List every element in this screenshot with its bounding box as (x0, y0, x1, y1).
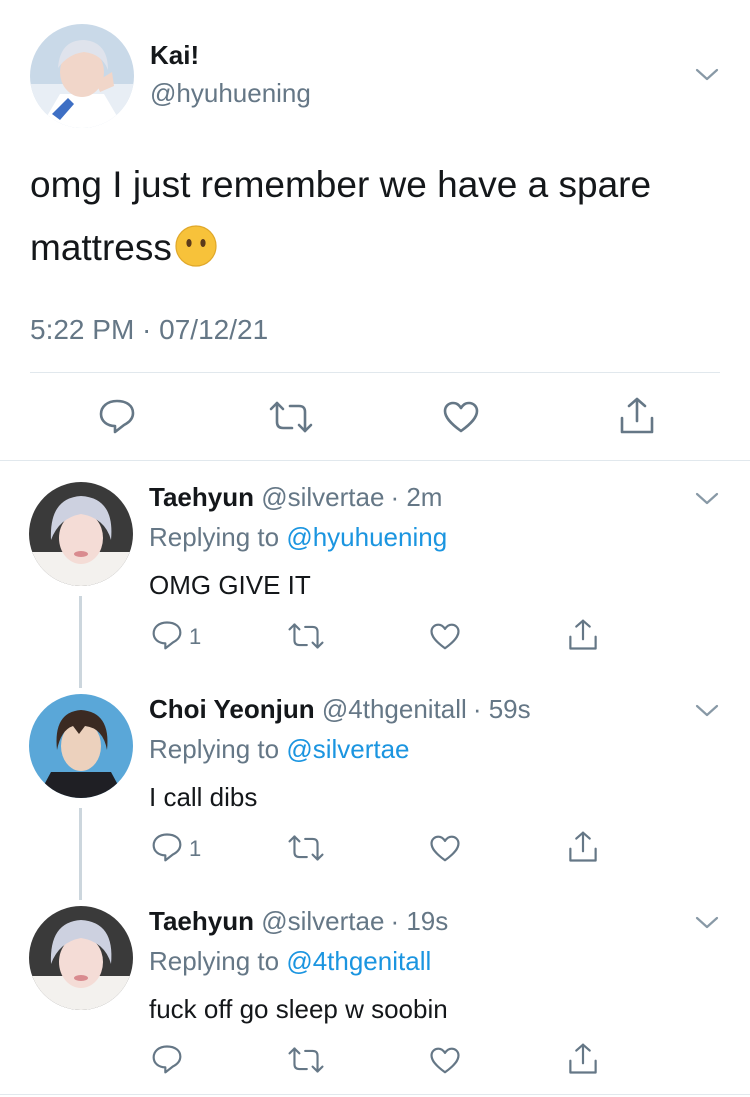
reply-text: OMG GIVE IT (149, 570, 311, 600)
display-name[interactable]: Kai! (150, 40, 199, 71)
retweet-icon[interactable] (268, 400, 314, 434)
reply-text: I call dibs (149, 782, 258, 812)
reply-count: 1 (189, 624, 202, 649)
reply-time[interactable]: · 19s (390, 906, 448, 936)
share-icon[interactable] (567, 1042, 599, 1076)
replying-to-label: Replying to (149, 734, 280, 764)
reply-icon[interactable] (151, 1044, 183, 1074)
chevron-down-icon[interactable] (694, 66, 720, 84)
heart-icon[interactable] (429, 834, 461, 863)
heart-icon[interactable] (442, 400, 480, 434)
reply-time[interactable]: · 2m (390, 482, 442, 512)
avatar[interactable] (29, 906, 133, 1010)
replying-to-link[interactable]: @4thgenitall (286, 946, 431, 976)
handle[interactable]: @silvertae (261, 906, 384, 936)
share-icon[interactable] (567, 830, 599, 864)
heart-icon[interactable] (429, 1046, 461, 1075)
avatar[interactable] (29, 694, 133, 798)
reply-header: Taehyun @silvertae · 2m (149, 482, 442, 513)
handle[interactable]: @hyuhuening (150, 78, 311, 109)
retweet-icon[interactable] (287, 834, 325, 862)
bottom-divider (0, 1094, 750, 1095)
divider (30, 372, 720, 373)
timestamp[interactable]: 5:22 PM · 07/12/21 (30, 314, 268, 346)
reply-time[interactable]: · 59s (473, 694, 531, 724)
speechless-face-icon (174, 224, 218, 268)
handle[interactable]: @4thgenitall (322, 694, 467, 724)
replying-to: Replying to @silvertae (149, 734, 410, 765)
replying-to: Replying to @hyuhuening (149, 522, 447, 553)
display-name[interactable]: Taehyun (149, 906, 254, 936)
tweet-text-line-2-text: mattress (30, 227, 172, 268)
thread-connector (79, 808, 82, 900)
display-name[interactable]: Choi Yeonjun (149, 694, 315, 724)
handle[interactable]: @silvertae (261, 482, 384, 512)
reply-icon[interactable] (151, 620, 183, 650)
share-icon[interactable] (618, 396, 656, 436)
share-icon[interactable] (567, 618, 599, 652)
tweet-text-line-1: omg I just remember we have a spare (30, 164, 652, 205)
tweet-text-line-2: mattress (30, 224, 218, 269)
avatar[interactable] (29, 482, 133, 586)
reply-icon[interactable] (98, 398, 136, 434)
reply-header: Choi Yeonjun @4thgenitall · 59s (149, 694, 531, 725)
replying-to: Replying to @4thgenitall (149, 946, 431, 977)
reply-icon[interactable] (151, 832, 183, 862)
replying-to-label: Replying to (149, 946, 280, 976)
reply-count: 1 (189, 836, 202, 861)
replying-to-link[interactable]: @hyuhuening (286, 522, 447, 552)
retweet-icon[interactable] (287, 622, 325, 650)
reply-header: Taehyun @silvertae · 19s (149, 906, 448, 937)
heart-icon[interactable] (429, 622, 461, 651)
section-divider (0, 460, 750, 461)
reply-text: fuck off go sleep w soobin (149, 994, 448, 1024)
thread-connector (79, 596, 82, 688)
chevron-down-icon[interactable] (694, 914, 720, 932)
replying-to-label: Replying to (149, 522, 280, 552)
replying-to-link[interactable]: @silvertae (286, 734, 409, 764)
chevron-down-icon[interactable] (694, 702, 720, 720)
avatar[interactable] (30, 24, 134, 128)
display-name[interactable]: Taehyun (149, 482, 254, 512)
retweet-icon[interactable] (287, 1046, 325, 1074)
chevron-down-icon[interactable] (694, 490, 720, 508)
